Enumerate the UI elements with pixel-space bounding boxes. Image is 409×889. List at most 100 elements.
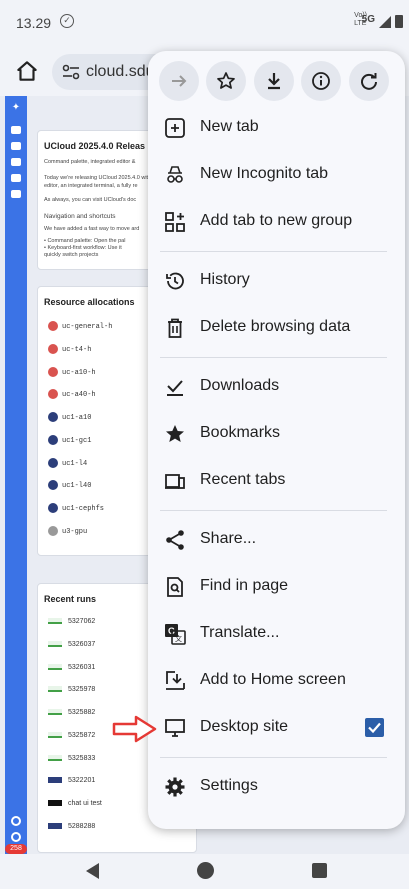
history-icon [166, 272, 184, 290]
share-icon [166, 530, 184, 550]
forward-button[interactable] [159, 61, 199, 101]
apps-icon[interactable] [11, 158, 21, 166]
app-sidebar: ✦ 258 [5, 96, 27, 854]
forward-arrow-icon [172, 75, 187, 87]
translate-icon: G文 [165, 624, 186, 645]
status-bar: 13.29 ✓ Vo)) LTE 5G [0, 0, 409, 48]
menu-delete-browsing-data[interactable]: Delete browsing data [148, 305, 405, 351]
files-icon[interactable] [11, 126, 21, 134]
downloads-icon [167, 380, 183, 396]
reload-icon [361, 73, 377, 90]
bookmark-button[interactable] [206, 61, 246, 101]
sync-check-icon: ✓ [60, 14, 74, 28]
menu-find-in-page[interactable]: Find in page [148, 564, 405, 610]
url-text: cloud.sdu [86, 63, 155, 80]
allocation-item[interactable]: uc-a10-h [48, 367, 96, 381]
checkmark-icon [368, 722, 381, 734]
menu-label: Add tab to new group [200, 212, 353, 229]
menu-divider [160, 757, 387, 758]
menu-label: Recent tabs [200, 471, 286, 488]
red-arrow-pointer [112, 715, 157, 743]
home-circle-icon[interactable] [197, 862, 214, 879]
menu-label: Bookmarks [200, 424, 281, 441]
menu-divider [160, 251, 387, 252]
page-info-button[interactable] [301, 61, 341, 101]
run-item[interactable]: 5322201 [48, 777, 95, 784]
menu-translate[interactable]: G文 Translate... [148, 611, 405, 657]
run-item[interactable]: 5288288 [48, 823, 95, 830]
menu-settings[interactable]: Settings [148, 764, 405, 810]
allocation-item[interactable]: uc1-gc1 [48, 435, 91, 449]
allocation-item[interactable]: uc1-cephfs [48, 503, 104, 517]
menu-share[interactable]: Share... [148, 517, 405, 563]
download-icon [268, 73, 280, 90]
reload-button[interactable] [349, 61, 389, 101]
recents-icon[interactable] [312, 863, 327, 878]
devices-icon [165, 474, 185, 489]
projects-icon[interactable] [11, 142, 21, 150]
menu-label: History [200, 271, 250, 288]
allocation-item[interactable]: u3-gpu [48, 526, 87, 540]
allocation-item[interactable]: uc1-a10 [48, 412, 91, 426]
find-in-page-icon [167, 577, 183, 597]
resources-icon[interactable] [11, 190, 21, 198]
menu-new-tab[interactable]: New tab [148, 105, 405, 151]
home-icon[interactable] [14, 58, 40, 84]
theme-icon[interactable] [11, 816, 21, 826]
menu-desktop-site[interactable]: Desktop site [148, 705, 405, 751]
screen: 13.29 ✓ Vo)) LTE 5G cloud.sdu ✦ 258 UClo… [0, 0, 409, 889]
run-item[interactable]: 5327062 [48, 618, 95, 625]
allocation-item[interactable]: uc-t4-h [48, 344, 91, 358]
menu-label: New Incognito tab [200, 165, 329, 182]
run-item[interactable]: 5325833 [48, 755, 95, 762]
svg-text:文: 文 [175, 634, 182, 643]
signal-icon [379, 16, 391, 28]
run-item[interactable]: 5326031 [48, 664, 95, 671]
notification-badge: 258 [5, 844, 27, 854]
runs-icon[interactable] [11, 174, 21, 182]
incognito-icon [167, 166, 183, 183]
menu-label: New tab [200, 118, 259, 135]
menu-add-tab-to-group[interactable]: Add tab to new group [148, 199, 405, 245]
menu-divider [160, 510, 387, 511]
menu-label: Find in page [200, 577, 289, 594]
menu-add-to-home-screen[interactable]: Add to Home screen [148, 658, 405, 704]
menu-label: Desktop site [200, 718, 289, 735]
overflow-menu: New tab New Incognito tab Add tab to new… [148, 51, 405, 829]
allocation-item[interactable]: uc-general-h [48, 321, 112, 335]
menu-action-row [148, 51, 405, 111]
trash-icon [168, 318, 182, 338]
add-to-home-icon [166, 671, 185, 690]
user-icon[interactable] [11, 832, 21, 842]
system-nav-bar [0, 854, 409, 889]
menu-history[interactable]: History [148, 258, 405, 304]
menu-new-incognito-tab[interactable]: New Incognito tab [148, 152, 405, 198]
allocation-item[interactable]: uc-a40-h [48, 389, 96, 403]
star-outline-icon [217, 72, 235, 89]
tab-group-icon [165, 212, 185, 232]
menu-recent-tabs[interactable]: Recent tabs [148, 458, 405, 504]
desktop-icon [165, 719, 185, 737]
run-item[interactable]: 5325978 [48, 686, 95, 693]
menu-label: Add to Home screen [200, 671, 346, 688]
star-filled-icon [166, 425, 184, 442]
run-item[interactable]: 5325872 [48, 732, 95, 739]
menu-divider [160, 357, 387, 358]
menu-downloads[interactable]: Downloads [148, 364, 405, 410]
network-type: 5G [361, 14, 375, 25]
gear-icon [165, 777, 185, 797]
new-tab-icon [165, 118, 185, 138]
menu-bookmarks[interactable]: Bookmarks [148, 411, 405, 457]
ucloud-logo-icon[interactable]: ✦ [9, 102, 23, 114]
menu-label: Translate... [200, 624, 280, 641]
allocation-item[interactable]: uc1-l4 [48, 458, 87, 472]
back-icon[interactable] [86, 863, 99, 879]
menu-label: Downloads [200, 377, 280, 394]
run-item[interactable]: chat ui test [48, 800, 102, 807]
download-button[interactable] [254, 61, 294, 101]
allocation-item[interactable]: uc1-l40 [48, 480, 91, 494]
run-item[interactable]: 5325882 [48, 709, 95, 716]
run-item[interactable]: 5326037 [48, 641, 95, 648]
desktop-site-checkbox[interactable] [365, 718, 384, 737]
page-info-icon[interactable] [62, 64, 80, 80]
